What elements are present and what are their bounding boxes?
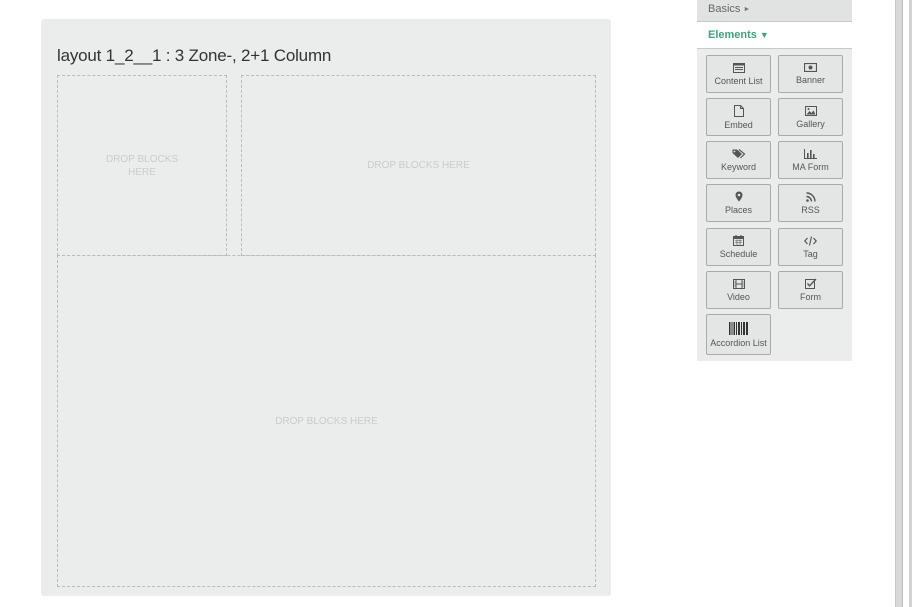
element-label: RSS	[801, 204, 820, 215]
rss-icon	[805, 191, 816, 202]
layout-canvas: layout 1_2__1 : 3 Zone-, 2+1 Column DROP…	[41, 19, 611, 596]
drop-zone-top-right[interactable]: DROP BLOCKS HERE	[241, 75, 596, 256]
elements-tab-label: Elements	[708, 29, 757, 41]
layout-title: layout 1_2__1 : 3 Zone-, 2+1 Column	[57, 46, 332, 65]
keyword-icon	[732, 148, 745, 158]
tag-button[interactable]: Tag	[778, 228, 843, 266]
elements-tab[interactable]: Elements ▼	[697, 22, 852, 49]
element-label: Tag	[803, 248, 818, 259]
gallery-button[interactable]: Gallery	[778, 98, 843, 136]
drop-zone-top-left[interactable]: DROP BLOCKS HERE	[57, 75, 227, 256]
schedule-button[interactable]: Schedule	[706, 228, 771, 266]
element-grid: Content List Banner Embed Gallery Keywor…	[697, 49, 852, 361]
drop-zone-label: DROP BLOCKS HERE	[105, 153, 179, 178]
banner-icon	[804, 63, 817, 72]
form-icon	[804, 278, 817, 289]
caret-down-icon: ▼	[759, 30, 769, 40]
rss-button[interactable]: RSS	[778, 184, 843, 222]
element-label: Video	[727, 291, 750, 302]
ma-form-icon	[804, 148, 817, 159]
element-label: Accordion List	[710, 337, 767, 348]
embed-icon	[733, 104, 744, 117]
window-frame-edge	[895, 0, 903, 607]
video-icon	[732, 278, 745, 289]
video-button[interactable]: Video	[706, 271, 771, 309]
element-label: Content List	[714, 75, 763, 86]
schedule-icon	[733, 235, 744, 246]
drop-zone-label: DROP BLOCKS HERE	[367, 160, 470, 171]
element-label: Form	[800, 292, 821, 302]
drop-zone-bottom[interactable]: DROP BLOCKS HERE	[57, 255, 596, 587]
places-icon	[735, 191, 742, 202]
places-button[interactable]: Places	[706, 184, 771, 222]
element-label: Banner	[795, 75, 826, 85]
tag-icon	[804, 235, 817, 246]
content-list-icon	[732, 62, 745, 73]
ma-form-button[interactable]: MA Form	[778, 141, 843, 179]
basics-tab-label: Basics	[708, 3, 741, 15]
element-panel: Basics► Elements▼ Content List Banner	[697, 0, 852, 361]
gallery-icon	[804, 105, 817, 116]
keyword-button[interactable]: Keyword	[706, 141, 771, 179]
accordion-list-icon	[729, 321, 748, 335]
element-label: Embed	[724, 119, 753, 130]
element-label: Gallery	[796, 118, 825, 129]
accordion-list-button[interactable]: Accordion List	[706, 314, 771, 355]
content-list-button[interactable]: Content List	[706, 55, 771, 93]
element-label: Keyword	[720, 161, 756, 172]
banner-button[interactable]: Banner	[778, 55, 843, 93]
embed-button[interactable]: Embed	[706, 98, 771, 136]
basics-tab[interactable]: Basics ►	[697, 0, 852, 22]
form-button[interactable]: Form	[778, 271, 843, 309]
element-label: Places	[724, 205, 752, 215]
window-frame-edge	[909, 0, 912, 607]
element-label: MA Form	[792, 161, 829, 172]
drop-zone-label: DROP BLOCKS HERE	[275, 415, 378, 427]
caret-right-icon: ►	[743, 6, 751, 13]
element-label: Schedule	[719, 249, 758, 259]
